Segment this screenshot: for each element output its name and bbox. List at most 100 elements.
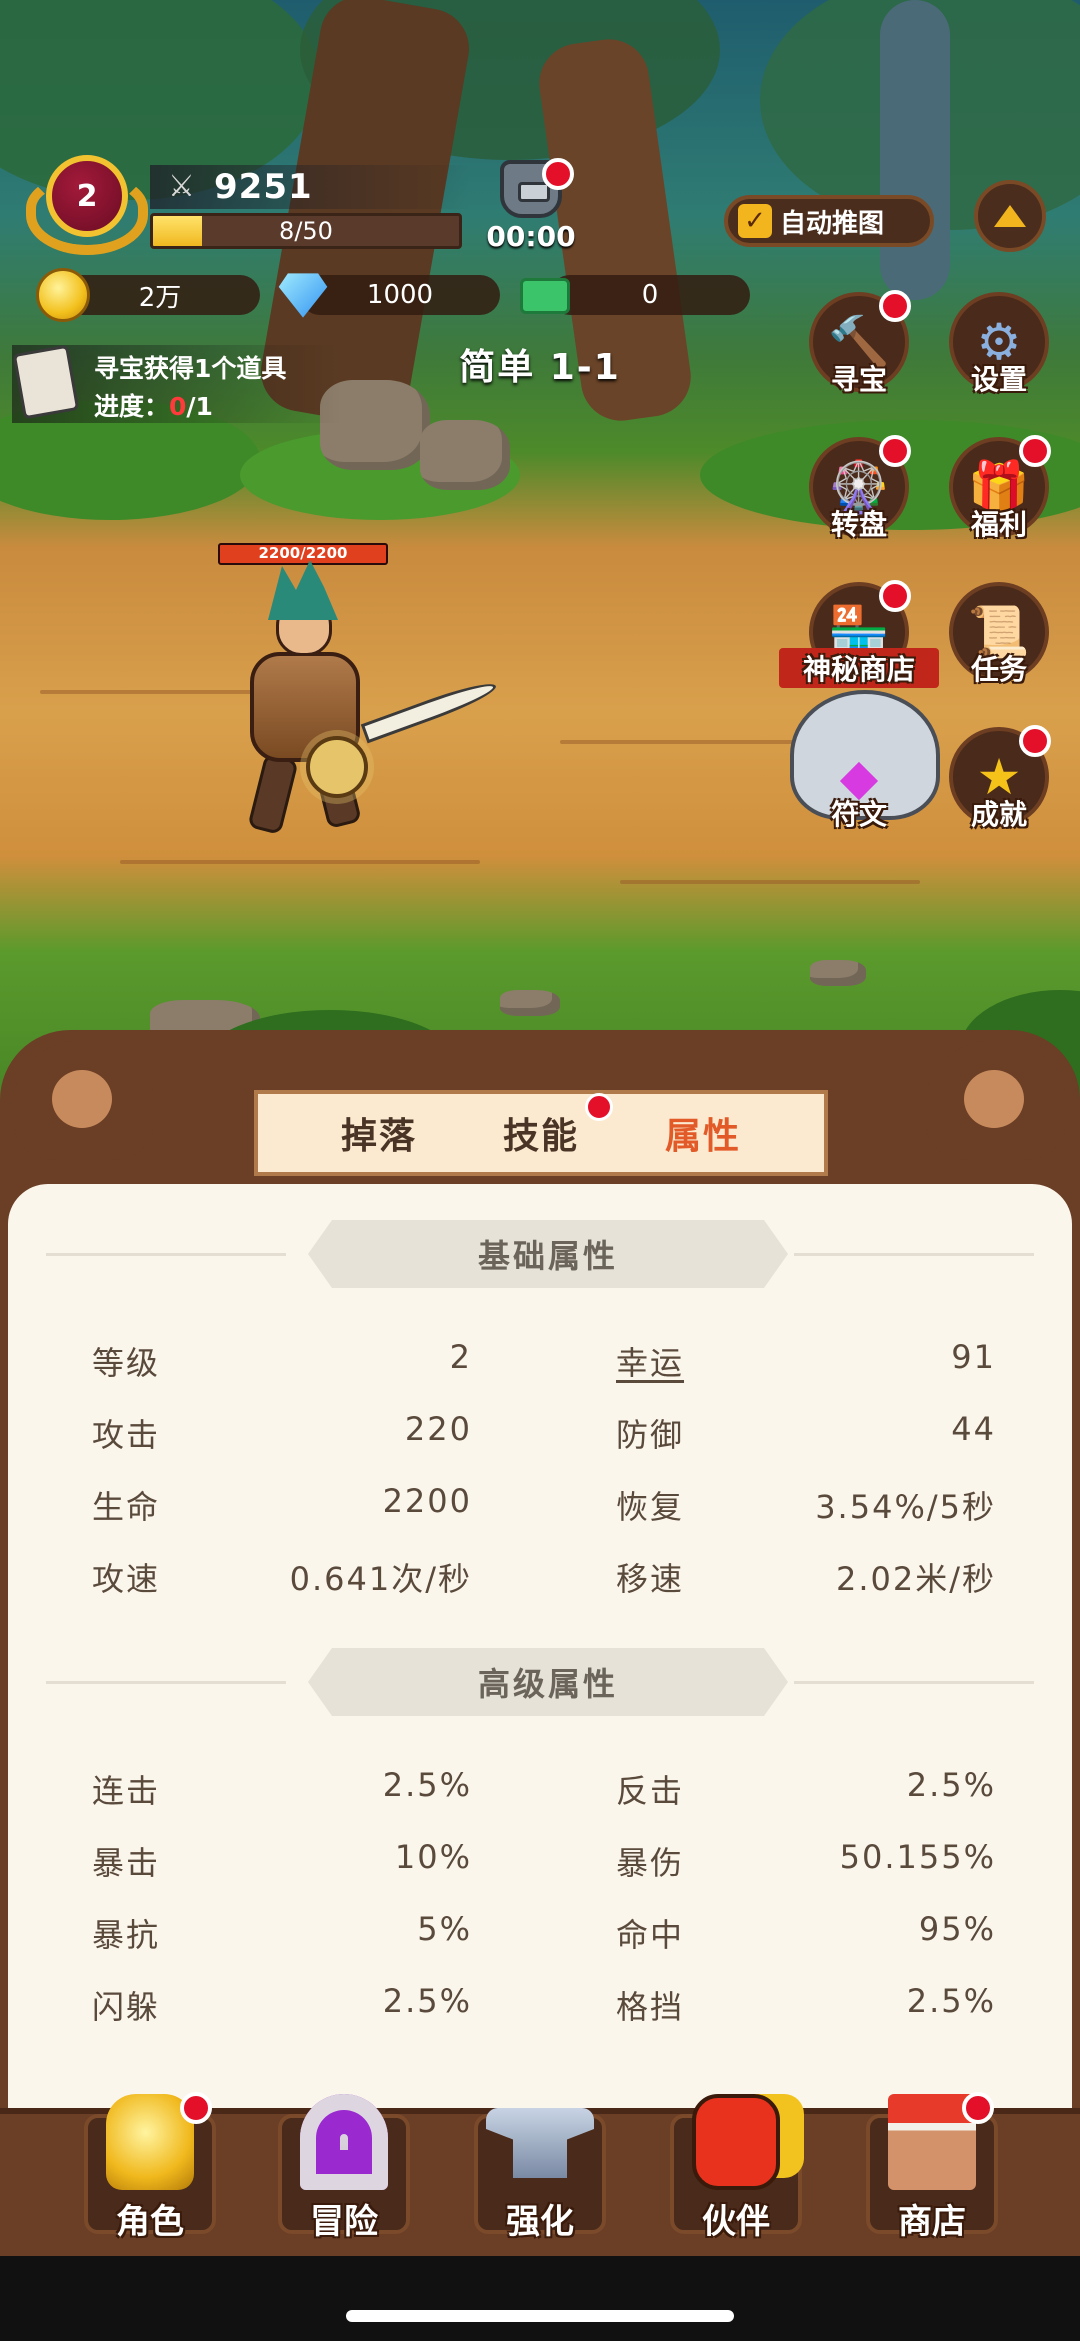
notification-dot	[879, 290, 911, 322]
stat-name: 命中	[616, 1916, 685, 1954]
stat-name: 闪躲	[92, 1988, 161, 2026]
stat-name: 等级	[92, 1344, 161, 1382]
nav-enhance[interactable]: 强化	[460, 2094, 620, 2254]
stat-name: 连击	[92, 1772, 161, 1810]
side-button-label: 成就	[970, 798, 1027, 831]
stat-value: 2.5%	[906, 1766, 996, 1804]
side-button-label: 任务	[970, 653, 1027, 686]
panel-ear-right	[926, 1040, 1066, 1160]
stat-name: 暴抗	[92, 1916, 161, 1954]
stat-value: 95%	[918, 1910, 996, 1948]
cash-value: 0	[641, 280, 659, 310]
exp-text: 8/50	[279, 217, 333, 245]
tab-drops[interactable]: 掉落	[341, 1107, 417, 1159]
gold-coin-icon	[36, 268, 90, 322]
nav-label: 冒险	[310, 2202, 378, 2242]
collapse-menu-button[interactable]	[974, 180, 1046, 252]
stat-value: 5%	[417, 1910, 472, 1948]
side-button-label: 设置	[970, 363, 1027, 396]
tab-label: 属性	[664, 1116, 741, 1157]
side-button-label: 神秘商店	[779, 648, 939, 688]
quest-progress-current: 0	[169, 392, 187, 421]
side-button-welfare[interactable]: 🎁 福利	[943, 435, 1055, 547]
tab-label: 掉落	[340, 1116, 417, 1157]
hero-hair	[268, 560, 338, 620]
stat-name: 暴伤	[616, 1844, 685, 1882]
stat-name: 暴击	[92, 1844, 161, 1882]
path-crack	[620, 880, 920, 884]
stat-name: 防御	[616, 1416, 685, 1454]
nav-label: 强化	[506, 2202, 574, 2242]
quest-progress: 进度：0/1	[94, 387, 213, 423]
nav-character[interactable]: 角色	[70, 2092, 230, 2254]
tab-skills[interactable]: 技能	[503, 1093, 613, 1159]
side-button-label: 符文	[830, 798, 887, 831]
nav-adventure[interactable]: 冒险	[264, 2094, 424, 2254]
boss-timer: 00:00	[486, 220, 576, 253]
auto-push-label: 自动推图	[780, 208, 885, 239]
stat-value: 2.5%	[906, 1982, 996, 2020]
nav-label: 角色	[116, 2202, 184, 2242]
stat-value: 2.5%	[382, 1766, 472, 1804]
quest-title: 寻宝获得1个道具	[94, 354, 287, 383]
gold-counter[interactable]: 2万	[60, 275, 260, 315]
stat-row: 命中 95%	[616, 1910, 996, 1954]
crossed-swords-icon: ⚔	[168, 169, 195, 204]
stat-row: 生命 2200	[92, 1482, 472, 1526]
tab-attributes[interactable]: 属性	[665, 1107, 741, 1159]
stat-value: 2.02米/秒	[835, 1560, 996, 1598]
stat-row: 暴击 10%	[92, 1838, 472, 1882]
exp-bar: 8/50	[150, 213, 462, 249]
stat-value: 50.155%	[839, 1838, 996, 1876]
diamond-counter[interactable]: 1000	[300, 275, 500, 315]
checkmark-icon: ✓	[738, 204, 772, 238]
panel-ear-left	[14, 1040, 154, 1160]
portal-icon	[300, 2094, 388, 2190]
side-button-runes[interactable]: ◆ 符文	[803, 725, 915, 837]
player-level-badge[interactable]: 2	[26, 155, 148, 265]
side-button-label: 转盘	[830, 508, 887, 541]
rock	[810, 960, 866, 986]
cash-counter[interactable]: 0	[550, 275, 750, 315]
stat-row: 攻击 220	[92, 1410, 472, 1454]
attributes-sheet[interactable]: 基础属性 高级属性 等级 2 幸运 91 攻击 220 防御 44 生命 2200 恢复 3.54%/…	[8, 1184, 1072, 2244]
combat-power-value: 9251	[214, 167, 313, 207]
diamond-value: 1000	[366, 280, 434, 310]
partner-icon	[692, 2094, 780, 2190]
notification-dot	[585, 1093, 613, 1121]
stat-value: 2	[449, 1338, 472, 1376]
path-crack	[560, 740, 820, 744]
side-button-mystery-shop[interactable]: 🏪 神秘商店	[779, 580, 939, 692]
stat-row: 连击 2.5%	[92, 1766, 472, 1810]
home-indicator[interactable]	[346, 2310, 734, 2322]
nav-store[interactable]: 商店	[852, 2092, 1012, 2254]
notification-dot	[1019, 725, 1051, 757]
player-level: 2	[46, 155, 128, 237]
notification-dot	[962, 2092, 994, 2124]
side-button-wheel[interactable]: 🎡 转盘	[803, 435, 915, 547]
boss-challenge[interactable]: 00:00	[486, 158, 576, 253]
side-button-treasure[interactable]: 🔨 寻宝	[803, 290, 915, 402]
stage-name: 简单 1-1	[459, 347, 621, 388]
stat-value: 0.641次/秒	[289, 1560, 472, 1598]
stat-name[interactable]: 幸运	[616, 1338, 684, 1384]
advanced-stats-header: 高级属性	[8, 1648, 1072, 1716]
stat-name: 生命	[92, 1488, 161, 1526]
auto-push-toggle[interactable]: ✓ 自动推图	[724, 195, 934, 247]
stat-name: 攻击	[92, 1416, 161, 1454]
side-button-settings[interactable]: ⚙ 设置	[943, 290, 1055, 402]
side-button-achievements[interactable]: ★ 成就	[943, 725, 1055, 837]
nav-partners[interactable]: 伙伴	[656, 2094, 816, 2254]
stat-value: 220	[404, 1410, 472, 1448]
stat-row: 移速 2.02米/秒	[616, 1554, 996, 1598]
gold-value: 2万	[138, 282, 182, 313]
side-button-label: 福利	[970, 508, 1027, 541]
stat-row: 攻速 0.641次/秒	[92, 1554, 472, 1598]
stat-row: 暴抗 5%	[92, 1910, 472, 1954]
quest-tracker[interactable]: 寻宝获得1个道具 进度：0/1	[12, 344, 342, 423]
stat-row: 格挡 2.5%	[616, 1982, 996, 2026]
info-tabs: 掉落 技能 属性	[254, 1090, 828, 1176]
hero-leg	[247, 753, 299, 835]
notification-dot	[542, 158, 574, 190]
side-button-tasks[interactable]: 📜 任务	[943, 580, 1055, 692]
